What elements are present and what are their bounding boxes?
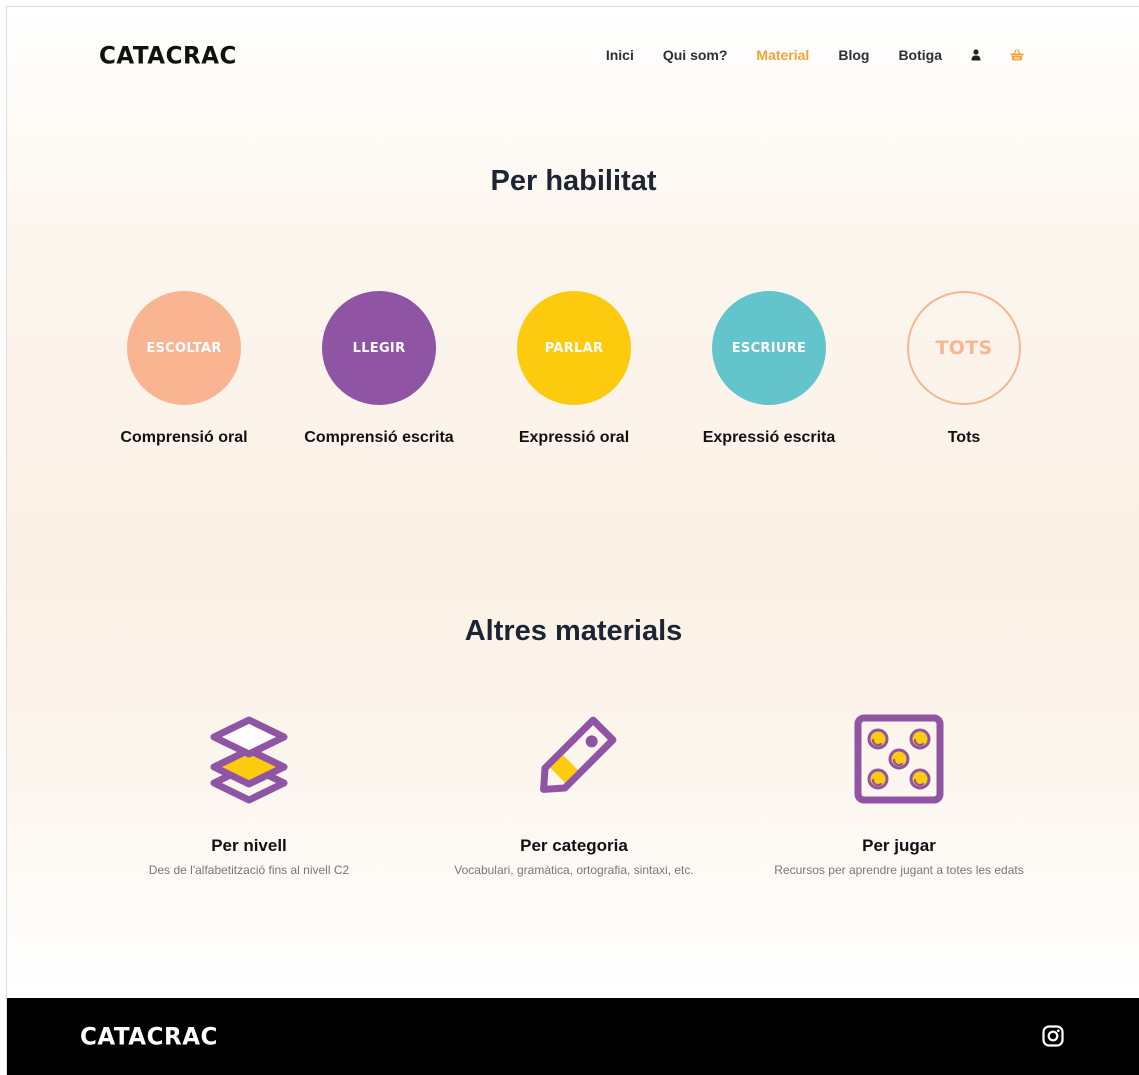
material-per-jugar[interactable]: Per jugar Recursos per aprendre jugant a… xyxy=(729,712,1069,877)
skill-escriure[interactable]: ESCRIURE Expressió escrita xyxy=(669,291,869,447)
skill-tots[interactable]: TOTS Tots xyxy=(864,291,1064,447)
material-description: Recursos per aprendre jugant a totes les… xyxy=(774,863,1024,877)
user-icon[interactable] xyxy=(971,49,981,61)
page: CATACRAC Inici Qui som? Material Blog Bo… xyxy=(6,6,1139,1075)
nav-botiga[interactable]: Botiga xyxy=(898,47,942,63)
site-logo[interactable]: CATACRAC xyxy=(99,42,237,69)
material-title[interactable]: Per categoria xyxy=(404,836,744,856)
skill-circle[interactable]: ESCRIURE xyxy=(712,291,826,405)
footer: CATACRAC xyxy=(7,998,1139,1075)
skill-circle[interactable]: TOTS xyxy=(907,291,1021,405)
instagram-icon[interactable] xyxy=(1042,1025,1064,1052)
nav-blog[interactable]: Blog xyxy=(838,47,869,63)
materials-section-title: Altres materials xyxy=(464,615,683,647)
skill-circle[interactable]: ESCOLTAR xyxy=(127,291,241,405)
skill-llegir[interactable]: LLEGIR Comprensió escrita xyxy=(279,291,479,447)
skill-circle[interactable]: LLEGIR xyxy=(322,291,436,405)
skill-label[interactable]: Tots xyxy=(864,429,1064,447)
material-title[interactable]: Per nivell xyxy=(79,836,419,856)
skill-label[interactable]: Expressió oral xyxy=(474,429,674,447)
skill-label[interactable]: Comprensió escrita xyxy=(279,429,479,447)
materials-list: Per nivell Des de l'alfabetització fins … xyxy=(7,712,1139,892)
material-description: Des de l'alfabetització fins al nivell C… xyxy=(148,863,350,877)
nav-inici[interactable]: Inici xyxy=(606,47,634,63)
tag-icon[interactable] xyxy=(527,712,621,806)
material-title[interactable]: Per jugar xyxy=(729,836,1069,856)
material-per-categoria[interactable]: Per categoria Vocabulari, gramàtica, ort… xyxy=(404,712,744,877)
layers-icon[interactable] xyxy=(204,712,294,806)
skill-escoltar[interactable]: ESCOLTAR Comprensió oral xyxy=(84,291,284,447)
skill-label[interactable]: Comprensió oral xyxy=(84,429,284,447)
skills-section-title: Per habilitat xyxy=(490,165,657,197)
nav-material[interactable]: Material xyxy=(756,47,809,63)
skills-list: ESCOLTAR Comprensió oral LLEGIR Comprens… xyxy=(7,291,1139,461)
nav-qui-som[interactable]: Qui som? xyxy=(663,47,728,63)
main-nav: Inici Qui som? Material Blog Botiga xyxy=(606,47,1024,63)
material-per-nivell[interactable]: Per nivell Des de l'alfabetització fins … xyxy=(79,712,419,877)
skill-parlar[interactable]: PARLAR Expressió oral xyxy=(474,291,674,447)
material-description: Vocabulari, gramàtica, ortografia, sinta… xyxy=(454,863,694,877)
dice-icon[interactable] xyxy=(853,712,945,806)
footer-logo[interactable]: CATACRAC xyxy=(80,1023,218,1050)
cart-icon[interactable] xyxy=(1010,49,1024,61)
skill-label[interactable]: Expressió escrita xyxy=(669,429,869,447)
skill-circle[interactable]: PARLAR xyxy=(517,291,631,405)
